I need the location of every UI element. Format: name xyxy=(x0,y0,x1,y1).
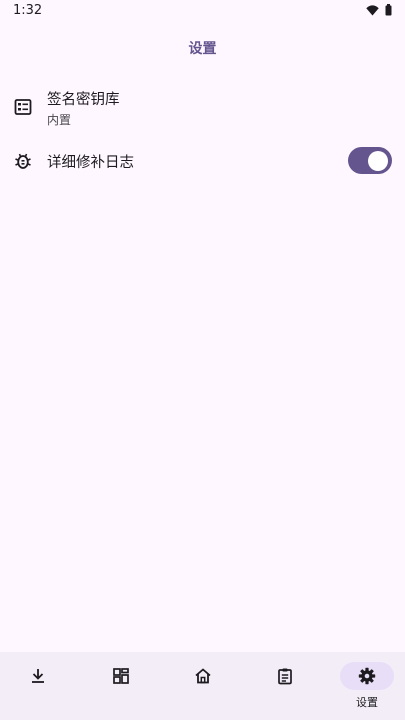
clipboard-icon xyxy=(278,668,292,685)
download-icon xyxy=(32,669,44,683)
nav-indicator xyxy=(94,662,148,690)
keystore-subtitle: 内置 xyxy=(47,113,72,127)
home-icon xyxy=(195,668,211,684)
nav-item-home[interactable] xyxy=(173,652,233,720)
status-time: 1:32 xyxy=(13,3,43,18)
keystore-setting-row[interactable]: 签名密钥库 内置 xyxy=(0,82,405,134)
status-icons xyxy=(366,4,392,16)
bug-icon xyxy=(15,153,31,169)
battery-icon xyxy=(385,4,392,16)
status-bar: 1:32 xyxy=(0,0,405,24)
verbose-log-title: 详细修补日志 xyxy=(47,155,134,171)
nav-item-settings[interactable]: 设置 xyxy=(337,652,397,720)
nav-indicator xyxy=(176,662,230,690)
page-title: 设置 xyxy=(188,41,217,57)
settings-gear-icon xyxy=(358,667,376,685)
toggle-knob xyxy=(368,150,388,171)
nav-indicator xyxy=(258,662,312,690)
nav-item-download[interactable] xyxy=(8,652,68,720)
keystore-list-icon xyxy=(14,99,32,115)
wifi-icon xyxy=(366,4,379,15)
nav-item-clipboard[interactable] xyxy=(255,652,315,720)
nav-active-indicator xyxy=(340,662,394,690)
bottom-navigation-bar: 设置 xyxy=(0,652,405,720)
grid-icon xyxy=(113,668,129,684)
nav-item-grid[interactable] xyxy=(91,652,151,720)
verbose-log-toggle[interactable] xyxy=(348,147,392,174)
settings-screen: 1:32 设置 签名密钥库 内置 详细修补日志 设置 xyxy=(0,0,405,720)
nav-label-settings: 设置 xyxy=(356,696,378,709)
keystore-title: 签名密钥库 xyxy=(47,92,120,108)
verbose-log-setting-row[interactable]: 详细修补日志 xyxy=(0,140,405,182)
nav-indicator xyxy=(11,662,65,690)
